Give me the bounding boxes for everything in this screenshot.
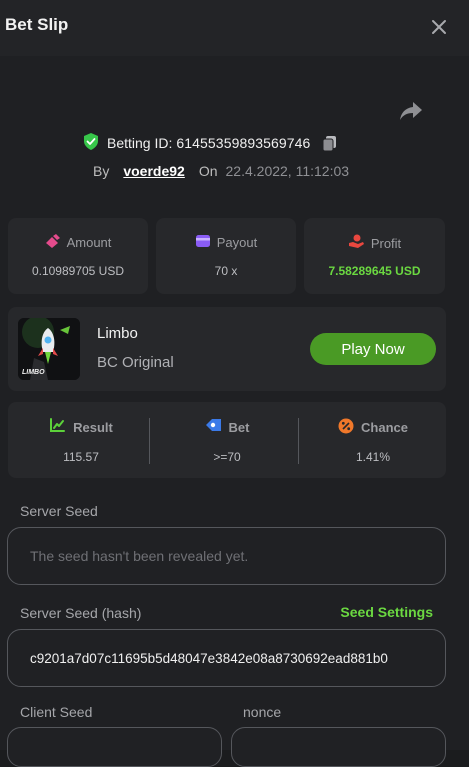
bet-slip-header: Bet Slip bbox=[0, 0, 469, 56]
bet-label-row: Bet bbox=[154, 418, 300, 436]
game-card: LIMBO Limbo BC Original Play Now bbox=[8, 307, 446, 391]
verified-shield-icon bbox=[83, 133, 99, 153]
payout-label: Payout bbox=[216, 235, 258, 250]
server-seed-label: Server Seed bbox=[20, 503, 98, 519]
server-seed-hash-field[interactable]: c9201a7d07c11695b5d48047e3842e08a8730692… bbox=[7, 629, 446, 687]
profit-card: Profit 7.58289645 USD bbox=[304, 218, 445, 294]
bet-label: Bet bbox=[228, 419, 250, 435]
wallet-icon bbox=[195, 234, 211, 251]
username-link[interactable]: voerde92 bbox=[123, 163, 184, 179]
betting-id-value: 61455359893569746 bbox=[176, 135, 311, 151]
limbo-thumb-text: LIMBO bbox=[22, 369, 45, 376]
betting-id-label: Betting ID: bbox=[107, 135, 173, 151]
amount-value: 0.10989705 USD bbox=[31, 264, 125, 278]
result-label: Result bbox=[73, 419, 113, 435]
profit-label: Profit bbox=[370, 235, 402, 251]
betting-id-row: Betting ID: 61455359893569746 bbox=[83, 133, 338, 153]
chance-label-row: Chance bbox=[300, 418, 446, 437]
server-seed-value: The seed hasn't been revealed yet. bbox=[30, 548, 249, 564]
limbo-game-thumbnail[interactable]: LIMBO bbox=[18, 318, 80, 380]
result-divider-2 bbox=[298, 418, 299, 464]
bet-slip-title: Bet Slip bbox=[5, 15, 69, 34]
client-seed-label: Client Seed bbox=[20, 704, 93, 720]
share-icon[interactable] bbox=[398, 100, 426, 124]
payout-value: 70 x bbox=[214, 264, 238, 278]
chance-label: Chance bbox=[361, 420, 408, 435]
close-icon[interactable] bbox=[427, 15, 451, 39]
seed-settings-link[interactable]: Seed Settings bbox=[340, 604, 433, 620]
server-seed-hash-label: Server Seed (hash) bbox=[20, 605, 142, 621]
result-chart-icon bbox=[49, 418, 66, 436]
amount-label: Amount bbox=[66, 235, 112, 250]
bet-column: Bet >=70 bbox=[154, 402, 300, 478]
play-now-button[interactable]: Play Now bbox=[310, 333, 436, 365]
result-card: Result 115.57 Bet >=70 Chance 1.41% bbox=[8, 402, 446, 478]
result-label-row: Result bbox=[8, 418, 154, 436]
copy-icon[interactable] bbox=[322, 135, 338, 152]
game-name: Limbo bbox=[97, 325, 138, 342]
client-seed-field[interactable] bbox=[7, 727, 222, 767]
result-divider-1 bbox=[149, 418, 150, 464]
on-label: On bbox=[198, 163, 218, 179]
payout-label-row: Payout bbox=[156, 234, 296, 251]
bet-date: 22.4.2022, 11:12:03 bbox=[225, 163, 350, 179]
bet-value: >=70 bbox=[213, 450, 241, 464]
nonce-field[interactable] bbox=[231, 727, 446, 767]
server-seed-field[interactable]: The seed hasn't been revealed yet. bbox=[7, 527, 446, 585]
percent-icon bbox=[338, 418, 354, 437]
chance-column: Chance 1.41% bbox=[300, 402, 446, 478]
server-seed-hash-value: c9201a7d07c11695b5d48047e3842e08a8730692… bbox=[30, 650, 388, 666]
amount-card: Amount 0.10989705 USD bbox=[8, 218, 148, 294]
bet-author-row: By voerde92 On 22.4.2022, 11:12:03 bbox=[93, 161, 349, 181]
game-subtitle: BC Original bbox=[97, 354, 174, 371]
chance-value: 1.41% bbox=[355, 450, 391, 464]
bet-tag-icon bbox=[205, 418, 222, 436]
profit-hand-coin-icon bbox=[348, 234, 365, 252]
profit-label-row: Profit bbox=[304, 234, 445, 252]
amount-icon bbox=[45, 234, 61, 251]
amount-label-row: Amount bbox=[8, 234, 148, 251]
nonce-label: nonce bbox=[243, 704, 282, 720]
result-value: 115.57 bbox=[63, 450, 99, 464]
result-column: Result 115.57 bbox=[8, 402, 154, 478]
by-label: By bbox=[93, 163, 110, 179]
payout-card: Payout 70 x bbox=[156, 218, 296, 294]
profit-value: 7.58289645 USD bbox=[328, 264, 421, 278]
